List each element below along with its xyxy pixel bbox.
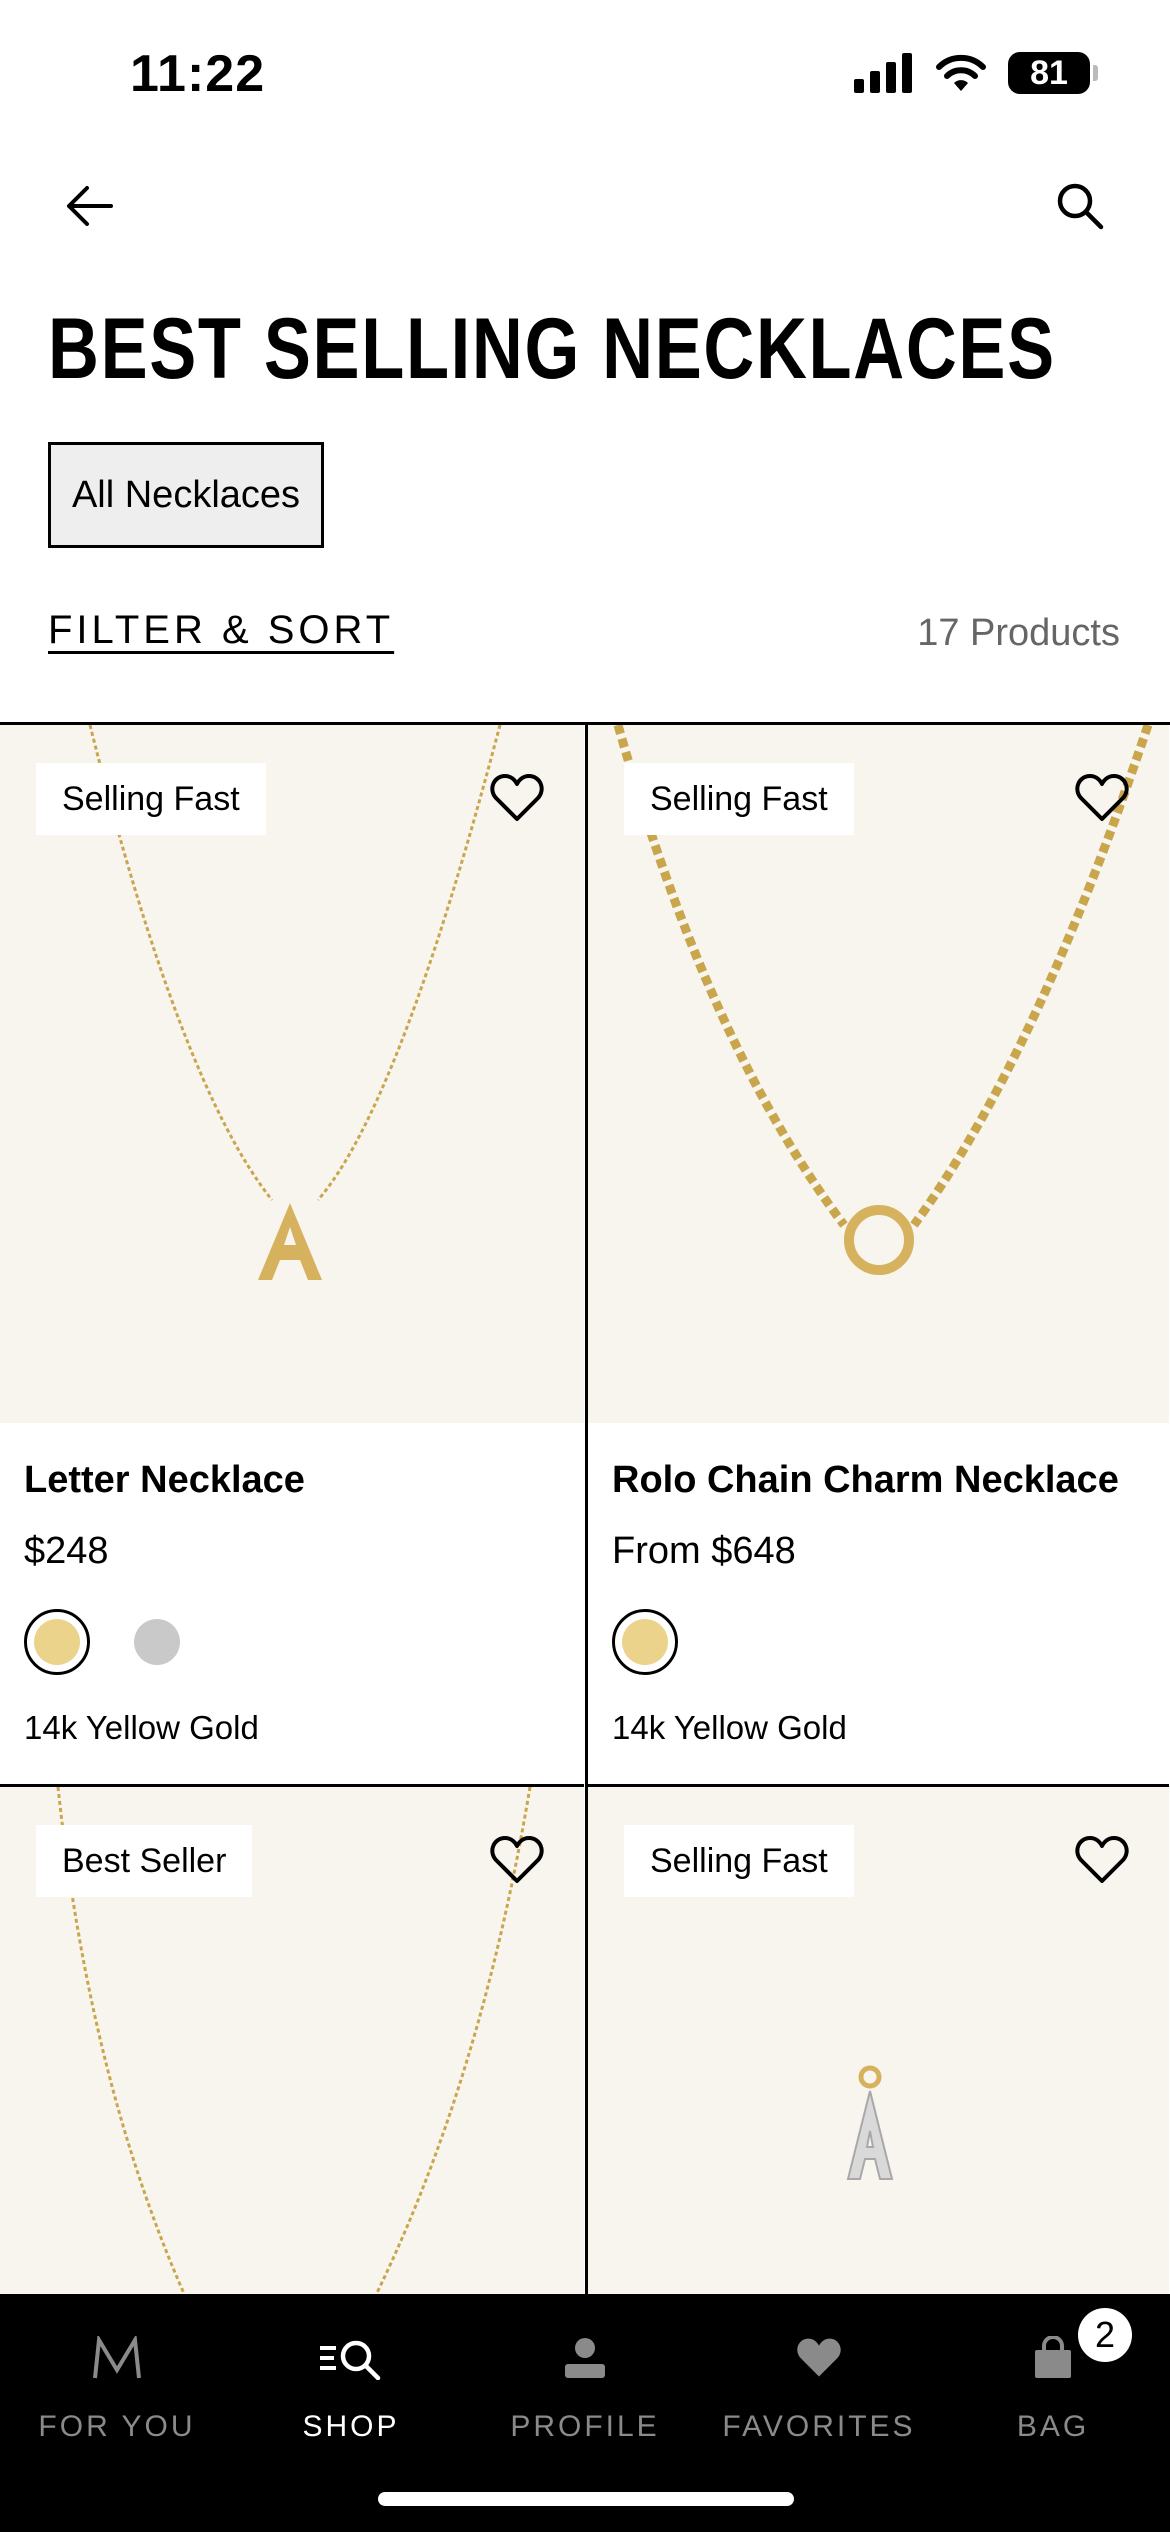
product-card[interactable]: Selling Fast Letter Necklace $248 14k Ye… — [0, 725, 584, 1787]
tab-label: BAG — [1016, 2410, 1090, 2443]
product-badge: Selling Fast — [624, 763, 854, 835]
favorite-heart-icon[interactable] — [490, 1835, 544, 1885]
search-button[interactable] — [1050, 180, 1110, 232]
product-metal: 14k Yellow Gold — [612, 1709, 847, 1746]
product-card[interactable]: Selling Fast Rolo Chain Charm Necklace F… — [585, 725, 1169, 1787]
swatch-color — [622, 1619, 668, 1665]
product-metal: 14k Yellow Gold — [24, 1709, 259, 1746]
product-image[interactable]: Selling Fast — [0, 725, 584, 1423]
battery-indicator: 81 — [1008, 52, 1098, 94]
swatch-color — [34, 1619, 80, 1665]
product-info[interactable]: Letter Necklace $248 14k Yellow Gold — [0, 1423, 584, 1787]
tab-shop[interactable]: SHOP — [234, 2294, 468, 2474]
arrow-left-icon — [67, 186, 113, 226]
back-button[interactable] — [60, 180, 120, 232]
bag-icon — [1035, 2336, 1071, 2378]
signal-icon — [854, 53, 912, 93]
product-image[interactable]: Best Seller — [0, 1787, 584, 2307]
tab-bag[interactable]: BAG 2 — [936, 2294, 1170, 2474]
favorite-heart-icon[interactable] — [1075, 1835, 1129, 1885]
product-image[interactable]: Selling Fast — [588, 1787, 1169, 2307]
tab-for-you[interactable]: FOR YOU — [0, 2294, 234, 2474]
swatch-yellow-gold[interactable] — [612, 1609, 678, 1675]
product-name[interactable]: Letter Necklace — [24, 1459, 560, 1502]
category-chip-all-necklaces[interactable]: All Necklaces — [48, 442, 324, 548]
tab-label: FOR YOU — [38, 2410, 196, 2443]
filter-sort-button[interactable]: FILTER & SORT — [48, 608, 394, 653]
status-bar: 11:22 81 — [0, 0, 1170, 150]
product-card[interactable]: Best Seller — [0, 1787, 584, 2307]
home-indicator[interactable] — [378, 2492, 794, 2506]
shop-search-icon — [320, 2340, 381, 2380]
product-count: 17 Products — [917, 612, 1120, 654]
tab-label: SHOP — [302, 2410, 400, 2443]
bag-count-badge: 2 — [1078, 2308, 1132, 2362]
product-badge: Best Seller — [36, 1825, 253, 1897]
status-time: 11:22 — [130, 45, 266, 103]
monogram-m-icon — [93, 2336, 141, 2379]
page-title: BEST SELLING NECKLACES — [48, 301, 1056, 397]
heart-icon — [797, 2338, 841, 2377]
top-nav — [0, 170, 1170, 242]
product-price: $248 — [24, 1530, 109, 1572]
product-info[interactable]: Rolo Chain Charm Necklace From $648 14k … — [588, 1423, 1169, 1787]
color-swatches — [24, 1609, 560, 1675]
search-icon — [1057, 183, 1104, 230]
swatch-white-gold[interactable] — [124, 1609, 190, 1675]
product-grid: Selling Fast Letter Necklace $248 14k Ye… — [0, 722, 1170, 2307]
product-badge: Selling Fast — [36, 763, 266, 835]
product-price: From $648 — [612, 1530, 796, 1572]
tab-label: FAVORITES — [722, 2410, 916, 2443]
wifi-icon — [936, 54, 986, 91]
product-name[interactable]: Rolo Chain Charm Necklace — [612, 1459, 1145, 1502]
product-card[interactable]: Selling Fast — [585, 1787, 1169, 2307]
favorite-heart-icon[interactable] — [1075, 773, 1129, 823]
tab-profile[interactable]: PROFILE — [468, 2294, 702, 2474]
swatch-color — [134, 1619, 180, 1665]
color-swatches — [612, 1609, 1145, 1675]
tab-favorites[interactable]: FAVORITES — [702, 2294, 936, 2474]
product-image[interactable]: Selling Fast — [588, 725, 1169, 1423]
tab-label: PROFILE — [510, 2410, 660, 2443]
swatch-yellow-gold[interactable] — [24, 1609, 90, 1675]
bottom-tab-bar: FOR YOU SHOP PROFILE FAVORITES BAG 2 — [0, 2294, 1170, 2532]
status-icons: 81 — [854, 52, 1098, 94]
person-icon — [565, 2338, 605, 2378]
product-badge: Selling Fast — [624, 1825, 854, 1897]
favorite-heart-icon[interactable] — [490, 773, 544, 823]
